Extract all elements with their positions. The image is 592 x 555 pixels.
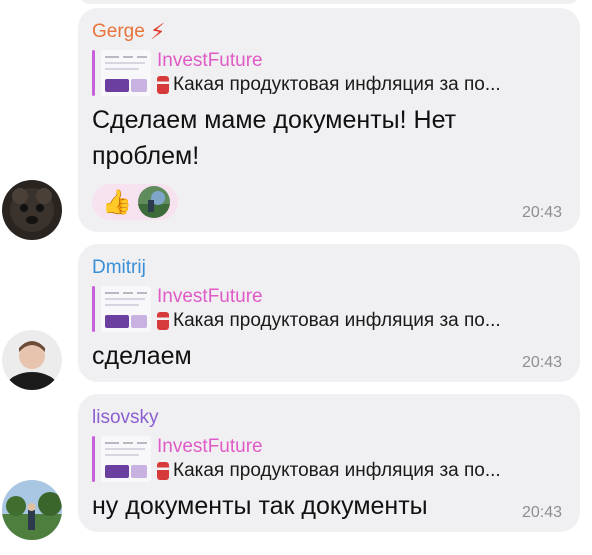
- message-bubble[interactable]: lisovsky InvestFuture Какая продуктовая …: [78, 394, 580, 532]
- reply-preview[interactable]: InvestFuture Какая продуктовая инфляция …: [92, 50, 566, 96]
- reply-title: InvestFuture: [157, 286, 263, 307]
- reply-quote: Какая продуктовая инфляция за по...: [157, 74, 566, 96]
- reply-thumbnail: [101, 436, 151, 482]
- reply-bar: [92, 50, 95, 96]
- sender-name-label: Dmitrij: [92, 257, 146, 278]
- message-time: 20:43: [521, 204, 562, 221]
- reply-quote-text: Какая продуктовая инфляция за по...: [173, 460, 501, 481]
- message-bubble[interactable]: Dmitrij InvestFuture Какая продуктовая и…: [78, 244, 580, 382]
- reply-quote: Какая продуктовая инфляция за по...: [157, 310, 566, 332]
- thumbs-up-icon[interactable]: 👍: [102, 187, 132, 217]
- sender-name-label: Gerge: [92, 21, 145, 42]
- reply-bar: [92, 436, 95, 482]
- message-text: ну документы так документы: [92, 492, 428, 520]
- reply-preview[interactable]: InvestFuture Какая продуктовая инфляция …: [92, 286, 566, 332]
- reaction-avatar[interactable]: [138, 186, 170, 218]
- message-bubble[interactable]: Gerge ⚡ InvestFuture Какая продуктовая и…: [78, 8, 580, 232]
- message-text: сделаем: [92, 342, 192, 370]
- sender-name[interactable]: Dmitrij: [92, 256, 566, 280]
- message-time: 20:43: [521, 354, 562, 371]
- reactions[interactable]: 👍: [92, 184, 178, 220]
- avatar[interactable]: [2, 330, 62, 390]
- reply-quote-text: Какая продуктовая инфляция за по...: [173, 310, 501, 331]
- reply-thumbnail: [101, 286, 151, 332]
- sender-name[interactable]: Gerge ⚡: [92, 20, 566, 44]
- lightning-icon: ⚡: [149, 19, 166, 44]
- sender-name-label: lisovsky: [92, 407, 159, 428]
- reply-title: InvestFuture: [157, 436, 263, 457]
- sender-name[interactable]: lisovsky: [92, 406, 566, 430]
- reply-title: InvestFuture: [157, 50, 263, 71]
- avatar[interactable]: [2, 480, 62, 540]
- message-time: 20:43: [521, 504, 562, 521]
- reply-quote: Какая продуктовая инфляция за по...: [157, 460, 566, 482]
- reply-preview[interactable]: InvestFuture Какая продуктовая инфляция …: [92, 436, 566, 482]
- reply-quote-text: Какая продуктовая инфляция за по...: [173, 74, 501, 95]
- message-text: Сделаем маме документы! Нет проблем!: [92, 106, 457, 170]
- reply-bar: [92, 286, 95, 332]
- previous-message-bubble: [78, 0, 580, 4]
- avatar[interactable]: [2, 180, 62, 240]
- reply-thumbnail: [101, 50, 151, 96]
- can-icon: [157, 462, 169, 480]
- can-icon: [157, 76, 169, 94]
- can-icon: [157, 312, 169, 330]
